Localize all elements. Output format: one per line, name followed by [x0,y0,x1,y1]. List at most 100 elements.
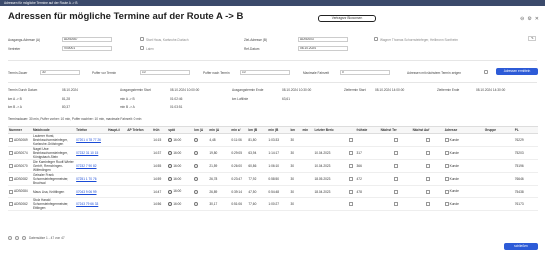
first-page-icon[interactable] [8,236,12,240]
adresse-checkbox[interactable] [444,189,449,194]
column-header[interactable]: km (A [193,126,209,134]
ziel-input[interactable]: ADS0003 [298,37,348,42]
edit-box[interactable] [348,189,353,194]
ziel-checkbox[interactable] [374,37,378,41]
close-icon[interactable]: ✕ [535,16,539,22]
adresse-checkbox[interactable] [444,164,449,169]
puffer-vor-input[interactable]: 10 [140,70,190,75]
table-row[interactable]: ADS0069 Lauterer Horst, Bezirksschornstei… [8,133,538,147]
flag-radio[interactable] [194,151,199,156]
column-header[interactable]: Nächst Auf [411,126,444,134]
max-fahrzeit-input[interactable]: 0 [340,70,390,75]
column-header[interactable]: min (B [267,126,290,134]
schliessen-button[interactable]: schließen [504,243,538,250]
row-checkbox[interactable] [9,138,13,143]
telefon-link[interactable]: 07232 31 10 15 [76,151,98,155]
row-checkbox[interactable] [9,164,13,169]
edit-box[interactable] [348,202,353,207]
naechst-termin-checkbox[interactable] [394,189,399,194]
settings-icon[interactable]: ⚙ [527,16,531,22]
table-row[interactable]: ADS0062 Stolz Harald Schornsteinfegermeis… [8,197,538,211]
row-checkbox[interactable] [9,177,13,182]
flag-radio[interactable] [194,189,199,194]
cell-spaet[interactable]: 16:00 [167,197,194,211]
column-header[interactable]: Nummer [8,126,33,134]
naechst-termin-checkbox[interactable] [394,164,399,169]
telefon-link[interactable]: 07043 9 06 99 [76,190,96,194]
naechst-auf-checkbox[interactable] [426,138,431,143]
flag-radio[interactable] [194,138,199,143]
column-header[interactable]: km [289,126,302,134]
adresse-checkbox[interactable] [444,177,449,182]
column-header[interactable]: Gruppe [483,126,514,134]
adresse-text: Kunde [449,189,459,194]
puffer-nach-input[interactable]: 10 [240,70,290,75]
row-checkbox[interactable] [9,151,13,156]
naechst-auf-checkbox[interactable] [426,189,431,194]
row-checkbox[interactable] [9,202,13,207]
adresse-checkbox[interactable] [444,138,449,143]
naechst-auf-checkbox[interactable] [426,202,431,207]
naechst-termin-checkbox[interactable] [394,177,399,182]
column-header[interactable]: min z/ [230,126,248,134]
start-checkbox[interactable] [140,37,144,41]
ausgangs-input[interactable]: ADS0067 [62,37,112,42]
laien-checkbox[interactable] [140,46,144,50]
cell-nummer: ADS0084 [8,185,33,198]
column-header[interactable]: Matchcode [32,126,76,134]
column-header[interactable] [347,126,356,134]
column-header[interactable]: km (B [247,126,268,134]
ref-datum-input[interactable]: 08.10.2024 [298,46,348,51]
column-header[interactable]: Telefon [75,126,108,134]
column-header[interactable]: Adresse [443,126,484,134]
flag-radio[interactable] [194,164,199,169]
table-row[interactable]: ADS0082 Geissler Frank Schornsteinfegerme… [8,172,538,186]
adresse-checkbox[interactable] [444,151,449,156]
naechst-auf-checkbox[interactable] [426,164,431,169]
column-header[interactable]: früh [152,126,168,134]
adresse-checkbox[interactable] [444,202,449,207]
table-row[interactable]: ADS0074 Nagel Uwe Bezirksschornsteinfeger… [8,146,538,160]
naechst-termin-checkbox[interactable] [394,202,399,207]
ermitteln-button[interactable]: Adressen ermitteln [496,68,538,75]
edit-box[interactable] [348,138,353,143]
vertreter-input[interactable]: V00001 [62,46,112,51]
column-header[interactable]: Letzter Beric [313,126,348,134]
column-header[interactable]: Nächst Ter [379,126,412,134]
column-header[interactable]: Haupt-# [107,126,127,134]
row-checkbox[interactable] [9,189,13,194]
cell-spaet[interactable]: 16:00 [167,172,194,186]
next-page-icon[interactable] [22,236,26,240]
naechst-termin-checkbox[interactable] [394,138,399,143]
naechster-checkbox[interactable] [484,70,488,74]
telefon-link[interactable]: 07232 7 90 82 [76,164,96,168]
column-header[interactable]: PL [513,126,538,134]
column-header[interactable]: frühste [355,126,380,134]
table-row[interactable]: ADS0070 Die Kaminfeger Ruoff-Wieter GmbH,… [8,159,538,173]
naechst-auf-checkbox[interactable] [426,151,431,156]
cell-spaet[interactable]: 16:00 [167,146,194,160]
naechst-termin-checkbox[interactable] [394,151,399,156]
naechst-auf-checkbox[interactable] [426,177,431,182]
cell-spaet[interactable]: 16:00 [167,185,194,198]
termin-dauer-input[interactable]: 30 [40,70,80,75]
telefon-link[interactable]: 07251 1 70 76 [76,177,96,181]
column-header[interactable]: spät [167,126,194,134]
column-header[interactable]: min (A [208,126,231,134]
table-row[interactable]: ADS0084 Maus Lisa, Knittlingen 07043 9 06 … [8,185,538,198]
prev-page-icon[interactable] [15,236,19,240]
edit-box[interactable] [348,151,353,156]
flag-radio[interactable] [194,177,199,182]
flag-radio[interactable] [194,202,199,207]
column-header[interactable]: min [301,126,314,134]
telefon-link[interactable]: 07201 4 78 77 26 [76,138,101,142]
telefon-link[interactable]: 07243 79 66 33 [76,202,98,206]
edit-icon[interactable]: ✎ [528,36,536,41]
edit-box[interactable] [348,177,353,182]
minimize-icon[interactable]: ⊖ [520,16,524,22]
cell-spaet[interactable]: 16:00 [167,159,194,173]
contract-badge[interactable]: Vertragsnr Bloxonsen [318,15,376,22]
cell-spaet[interactable]: 16:00 [167,133,194,147]
column-header[interactable]: AP Telefon [126,126,153,134]
edit-box[interactable] [348,164,353,169]
